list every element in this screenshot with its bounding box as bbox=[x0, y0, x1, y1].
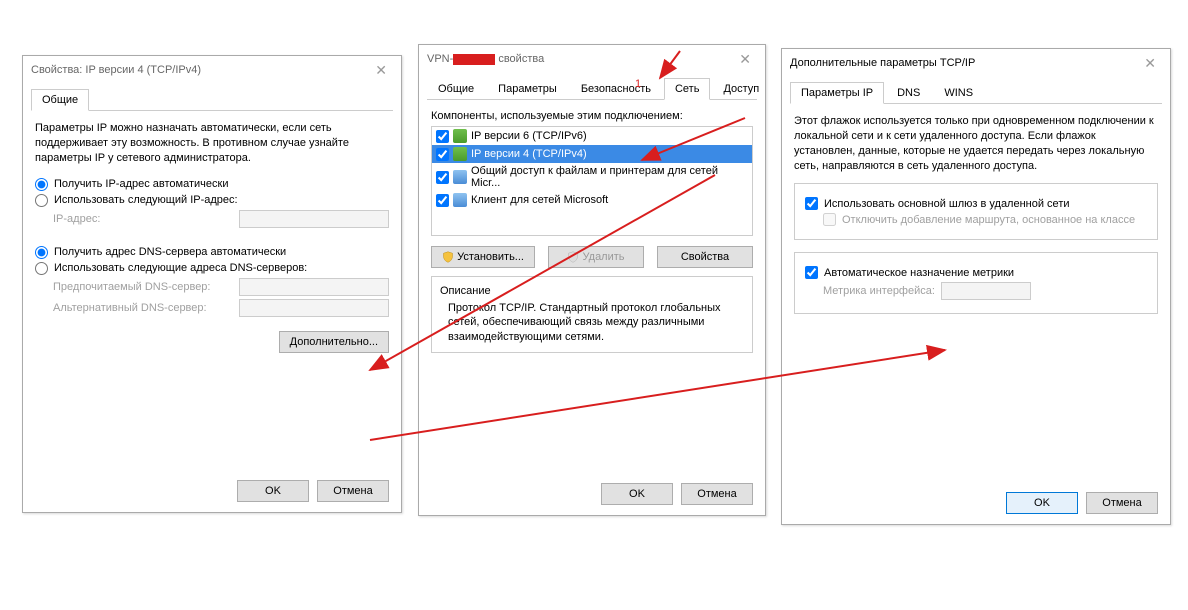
tab-content: Параметры IP можно назначать автоматичес… bbox=[23, 111, 401, 363]
description-label: Описание bbox=[440, 285, 744, 297]
intro-text: Параметры IP можно назначать автоматичес… bbox=[35, 121, 389, 166]
ok-button[interactable]: OK bbox=[237, 480, 309, 502]
titlebar: VPN- свойства ✕ bbox=[419, 45, 765, 73]
cancel-button[interactable]: Отмена bbox=[317, 480, 389, 502]
button-row: OK Отмена bbox=[601, 483, 753, 505]
checkbox-auto-metric[interactable] bbox=[805, 266, 818, 279]
redaction bbox=[453, 54, 495, 65]
description-group: Описание Протокол TCP/IP. Стандартный пр… bbox=[431, 276, 753, 353]
tab-network[interactable]: Сеть bbox=[664, 78, 710, 100]
tab-params[interactable]: Параметры bbox=[487, 78, 568, 100]
item-checkbox[interactable] bbox=[436, 130, 449, 143]
list-item[interactable]: IP версии 6 (TCP/IPv6) bbox=[432, 127, 752, 145]
tab-access[interactable]: Доступ bbox=[712, 78, 770, 100]
label-ip: IP-адрес: bbox=[53, 213, 100, 225]
share-icon bbox=[453, 170, 467, 184]
window-title: Свойства: IP версии 4 (TCP/IPv4) bbox=[31, 64, 201, 76]
window-title: Дополнительные параметры TCP/IP bbox=[790, 57, 975, 69]
tab-security[interactable]: Безопасность bbox=[570, 78, 662, 100]
checkbox-default-gateway-label: Использовать основной шлюз в удаленной с… bbox=[824, 198, 1070, 210]
protocol-icon bbox=[453, 147, 467, 161]
radio-auto-ip-label: Получить IP-адрес автоматически bbox=[54, 178, 228, 190]
item-checkbox[interactable] bbox=[436, 171, 449, 184]
item-label: IP версии 6 (TCP/IPv6) bbox=[471, 130, 587, 142]
radio-manual-ip[interactable] bbox=[35, 194, 48, 207]
list-item[interactable]: Общий доступ к файлам и принтерам для се… bbox=[432, 163, 752, 191]
client-icon bbox=[453, 193, 467, 207]
close-icon[interactable]: ✕ bbox=[733, 52, 757, 66]
ip-field bbox=[239, 210, 389, 228]
window-title: VPN- свойства bbox=[427, 53, 544, 65]
dns1-field bbox=[239, 278, 389, 296]
description-text: Протокол TCP/IP. Стандартный протокол гл… bbox=[440, 301, 744, 344]
intro-text: Этот флажок используется только при одно… bbox=[794, 114, 1158, 173]
checkbox-auto-metric-label: Автоматическое назначение метрики bbox=[824, 267, 1014, 279]
tabbar: Общие Параметры Безопасность Сеть Доступ bbox=[427, 77, 757, 100]
tabbar: Параметры IP DNS WINS bbox=[790, 81, 1162, 104]
metric-field bbox=[941, 282, 1031, 300]
radio-auto-dns-label: Получить адрес DNS-сервера автоматически bbox=[54, 246, 286, 258]
install-button[interactable]: Установить... bbox=[431, 246, 535, 268]
radio-auto-ip[interactable] bbox=[35, 178, 48, 191]
tab-content: Этот флажок используется только при одно… bbox=[782, 104, 1170, 324]
titlebar: Свойства: IP версии 4 (TCP/IPv4) ✕ bbox=[23, 56, 401, 84]
checkbox-class-route bbox=[823, 213, 836, 226]
tab-wins[interactable]: WINS bbox=[933, 82, 984, 104]
label-dns1: Предпочитаемый DNS-сервер: bbox=[53, 281, 210, 293]
ok-button[interactable]: OK bbox=[1006, 492, 1078, 514]
label-dns2: Альтернативный DNS-сервер: bbox=[53, 302, 207, 314]
tab-ip-params[interactable]: Параметры IP bbox=[790, 82, 884, 104]
item-checkbox[interactable] bbox=[436, 194, 449, 207]
tab-general[interactable]: Общие bbox=[427, 78, 485, 100]
checkbox-default-gateway[interactable] bbox=[805, 197, 818, 210]
item-label: IP версии 4 (TCP/IPv4) bbox=[471, 148, 587, 160]
button-row: OK Отмена bbox=[1006, 492, 1158, 514]
item-label: Клиент для сетей Microsoft bbox=[471, 194, 608, 206]
close-icon[interactable]: ✕ bbox=[369, 63, 393, 77]
annotation-1: 1 bbox=[635, 78, 641, 90]
radio-manual-ip-label: Использовать следующий IP-адрес: bbox=[54, 194, 238, 206]
advanced-button[interactable]: Дополнительно... bbox=[279, 331, 389, 353]
list-item[interactable]: IP версии 4 (TCP/IPv4) bbox=[432, 145, 752, 163]
titlebar: Дополнительные параметры TCP/IP ✕ bbox=[782, 49, 1170, 77]
radio-manual-dns-label: Использовать следующие адреса DNS-сервер… bbox=[54, 262, 307, 274]
shield-icon bbox=[442, 251, 454, 263]
tabbar: Общие bbox=[31, 88, 393, 111]
item-label: Общий доступ к файлам и принтерам для се… bbox=[471, 165, 748, 189]
dialog-advanced-tcpip: Дополнительные параметры TCP/IP ✕ Параме… bbox=[781, 48, 1171, 525]
button-row: OK Отмена bbox=[237, 480, 389, 502]
radio-manual-dns[interactable] bbox=[35, 262, 48, 275]
list-label: Компоненты, используемые этим подключени… bbox=[431, 110, 753, 122]
tab-general[interactable]: Общие bbox=[31, 89, 89, 111]
close-icon[interactable]: ✕ bbox=[1138, 56, 1162, 70]
cancel-button[interactable]: Отмена bbox=[1086, 492, 1158, 514]
shield-icon bbox=[567, 251, 579, 263]
tab-dns[interactable]: DNS bbox=[886, 82, 931, 104]
component-list[interactable]: IP версии 6 (TCP/IPv6) IP версии 4 (TCP/… bbox=[431, 126, 753, 236]
tab-content: Компоненты, используемые этим подключени… bbox=[419, 100, 765, 363]
dialog-ipv4-properties: Свойства: IP версии 4 (TCP/IPv4) ✕ Общие… bbox=[22, 55, 402, 513]
label-metric: Метрика интерфейса: bbox=[823, 285, 935, 297]
checkbox-class-route-label: Отключить добавление маршрута, основанно… bbox=[842, 214, 1135, 226]
dialog-vpn-properties: VPN- свойства ✕ Общие Параметры Безопасн… bbox=[418, 44, 766, 516]
remove-button: Удалить bbox=[548, 246, 644, 268]
ok-button[interactable]: OK bbox=[601, 483, 673, 505]
cancel-button[interactable]: Отмена bbox=[681, 483, 753, 505]
radio-auto-dns[interactable] bbox=[35, 246, 48, 259]
list-item[interactable]: Клиент для сетей Microsoft bbox=[432, 191, 752, 209]
protocol-icon bbox=[453, 129, 467, 143]
item-checkbox[interactable] bbox=[436, 148, 449, 161]
dns2-field bbox=[239, 299, 389, 317]
properties-button[interactable]: Свойства bbox=[657, 246, 753, 268]
